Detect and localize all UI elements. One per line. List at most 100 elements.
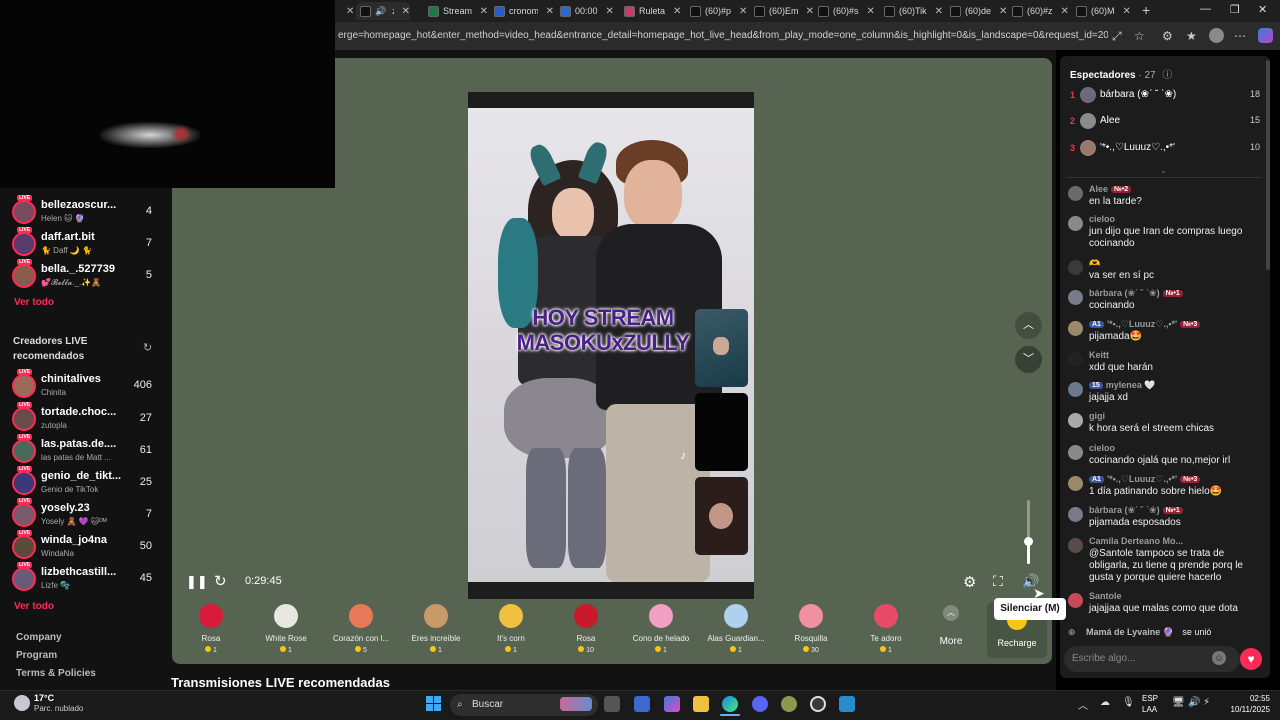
gift-item[interactable]: White Rose 1 <box>251 604 321 654</box>
sidebar-creator-item[interactable]: LIVE lizbethcastill... Lizfe 🫧 45 <box>0 562 166 596</box>
star-icon[interactable]: ☆ <box>1134 29 1145 43</box>
speaker-icon[interactable]: 🔊 <box>1188 697 1200 708</box>
sidebar-creator-item[interactable]: LIVE winda_jo4na WindaNa 50 <box>0 530 166 564</box>
join-user[interactable]: Mamá de Lyvaine 🔮 <box>1086 627 1174 637</box>
see-all-followed-link[interactable]: Ver todo <box>14 297 54 308</box>
previous-stream-button[interactable]: ︿ <box>1015 312 1042 339</box>
pause-button[interactable]: ❚❚ <box>186 574 208 590</box>
message-username[interactable]: bárbara (❀ˊ ˘ ˋ❀) <box>1089 288 1160 298</box>
top-viewer-item[interactable]: 2 Alee 15 <box>1070 112 1260 132</box>
close-icon[interactable]: ✕ <box>935 6 943 17</box>
message-username[interactable]: gigi <box>1089 411 1105 421</box>
emoji-icon[interactable]: ☺ <box>1212 651 1226 665</box>
audio-icon[interactable]: 🔊 <box>375 6 386 17</box>
message-username[interactable]: '*•.,♡Luuuz♡.,•*' <box>1107 319 1177 329</box>
browser-tab[interactable]: 🔊 zu ✕ <box>356 2 410 20</box>
next-stream-button[interactable]: ﹀ <box>1015 346 1042 373</box>
gift-item[interactable]: Te adoro 1 <box>851 604 921 654</box>
obs-icon[interactable] <box>810 696 826 712</box>
sidebar-creator-item[interactable]: LIVE chinitalives Chinita 406 <box>0 369 166 403</box>
message-username[interactable]: Santole <box>1089 591 1122 601</box>
url-field[interactable]: erge=homepage_hot&enter_method=video_hea… <box>338 30 1108 41</box>
close-icon[interactable]: ✕ <box>346 6 354 17</box>
profile-avatar[interactable] <box>1209 28 1224 43</box>
settings-icon[interactable]: ⚙ <box>963 573 976 591</box>
message-username[interactable]: Camila Derteano Mo... <box>1089 536 1183 546</box>
browser-tab[interactable]: Stream ✕ <box>424 2 488 20</box>
file-explorer-icon[interactable] <box>693 696 709 712</box>
top-viewer-item[interactable]: 3 '*•.,♡Luuuz♡.,•*' 10 <box>1070 139 1260 159</box>
sidebar-creator-item[interactable]: LIVE daff.art.bit 🐈 Daff 🌙 🐈 7 <box>0 227 166 261</box>
browser-tab[interactable]: (60)#s ✕ <box>814 2 878 20</box>
browser-tab[interactable]: (60)de ✕ <box>946 2 1010 20</box>
top-viewer-item[interactable]: 1 bárbara (❀ˊ ˘ ˋ❀) 18 <box>1070 86 1260 106</box>
gift-item[interactable]: It's corn 1 <box>476 604 546 654</box>
message-username[interactable]: mylenea 🤍 <box>1106 380 1156 390</box>
browser-tab[interactable]: (60)Tik ✕ <box>880 2 944 20</box>
collapse-viewers-icon[interactable]: ⌄ <box>1160 166 1167 175</box>
store-icon[interactable] <box>634 696 650 712</box>
message-username[interactable]: 🫶 <box>1089 258 1100 268</box>
info-icon[interactable]: ⓘ <box>1162 70 1172 81</box>
sidebar-creator-item[interactable]: LIVE bella._.527739 💕𝓑𝓮𝓵𝓵𝓪._.✨🧸 5 <box>0 259 166 293</box>
tab-close-prev[interactable]: ✕ <box>338 2 356 20</box>
maximize-button[interactable]: ❐ <box>1230 3 1240 16</box>
browser-tab[interactable]: (60)Em ✕ <box>750 2 814 20</box>
task-view-icon[interactable] <box>604 696 620 712</box>
gift-item[interactable]: Eres increíble 1 <box>401 604 471 654</box>
more-gifts-button[interactable]: ︿ More <box>928 605 974 647</box>
gift-item[interactable]: Cono de helado 1 <box>626 604 696 654</box>
refresh-stream-button[interactable]: ↻ <box>214 572 227 590</box>
sidebar-creator-item[interactable]: LIVE tortade.choc... zutopla 27 <box>0 402 166 436</box>
sidebar-creator-item[interactable]: LIVE las.patas.de.... las patas de Matt ..… <box>0 434 166 468</box>
extension-icon[interactable]: ⚙ <box>1162 29 1173 43</box>
microphone-icon[interactable]: 🎙 <box>1122 697 1135 708</box>
edge-icon[interactable] <box>722 696 738 712</box>
close-icon[interactable]: ✕ <box>806 6 814 17</box>
close-icon[interactable]: ✕ <box>1123 6 1131 17</box>
close-icon[interactable]: ✕ <box>546 6 554 17</box>
picture-in-picture-window[interactable] <box>0 0 335 188</box>
language-indicator[interactable]: ESP LAA <box>1142 693 1158 715</box>
close-window-button[interactable]: ✕ <box>1258 3 1267 16</box>
browser-tab[interactable]: (60)M ✕ <box>1072 2 1136 20</box>
network-icon[interactable]: 🖥 <box>1172 697 1185 708</box>
message-username[interactable]: cieloo <box>1089 214 1115 224</box>
more-menu-icon[interactable]: ⋯ <box>1234 29 1246 43</box>
gift-item[interactable]: Alas Guardian... 1 <box>701 604 771 654</box>
minimize-button[interactable]: — <box>1200 3 1211 15</box>
close-icon[interactable]: ✕ <box>739 6 747 17</box>
gift-item[interactable]: Rosa 10 <box>551 604 621 654</box>
gift-item[interactable]: Corazón con l... 5 <box>326 604 396 654</box>
guest-thumbnail-2[interactable] <box>695 393 748 471</box>
footer-terms-link[interactable]: Terms & Policies <box>16 668 96 679</box>
browser-tab[interactable]: cronom ✕ <box>490 2 554 20</box>
close-icon[interactable]: ✕ <box>606 6 614 17</box>
discord-icon[interactable] <box>752 696 768 712</box>
onedrive-icon[interactable]: ☁ <box>1100 697 1110 708</box>
volume-slider[interactable] <box>1024 500 1033 564</box>
footer-program-link[interactable]: Program <box>16 650 57 661</box>
gift-item[interactable]: Rosa 1 <box>176 604 246 654</box>
photos-icon[interactable] <box>839 696 855 712</box>
guest-thumbnail-3[interactable] <box>695 477 748 555</box>
message-username[interactable]: cieloo <box>1089 443 1115 453</box>
copilot-taskbar-icon[interactable] <box>664 696 680 712</box>
message-username[interactable]: '*•.,♡Luuuz♡.,•*' <box>1107 474 1177 484</box>
guest-thumbnail-1[interactable] <box>695 309 748 387</box>
heart-icon[interactable]: ♥ <box>1240 648 1262 670</box>
browser-tab[interactable]: (60)#z ✕ <box>1008 2 1072 20</box>
new-tab-button[interactable]: + <box>1142 2 1150 18</box>
favorites-icon[interactable]: ★ <box>1186 29 1197 43</box>
gift-item[interactable]: Rosquilla 30 <box>776 604 846 654</box>
close-icon[interactable]: ✕ <box>1061 6 1069 17</box>
clock[interactable]: 02:55 10/11/2025 <box>1216 693 1270 715</box>
message-username[interactable]: Keitt <box>1089 350 1109 360</box>
close-icon[interactable]: ✕ <box>673 6 681 17</box>
tray-chevron-icon[interactable]: ︿ <box>1078 697 1088 712</box>
see-all-recommended-link[interactable]: Ver todo <box>14 601 54 612</box>
message-username[interactable]: bárbara (❀ˊ ˘ ˋ❀) <box>1089 505 1160 515</box>
close-icon[interactable]: ✕ <box>402 6 410 17</box>
close-icon[interactable]: ✕ <box>480 6 488 17</box>
fullscreen-icon[interactable]: ⛶ <box>993 573 1003 590</box>
